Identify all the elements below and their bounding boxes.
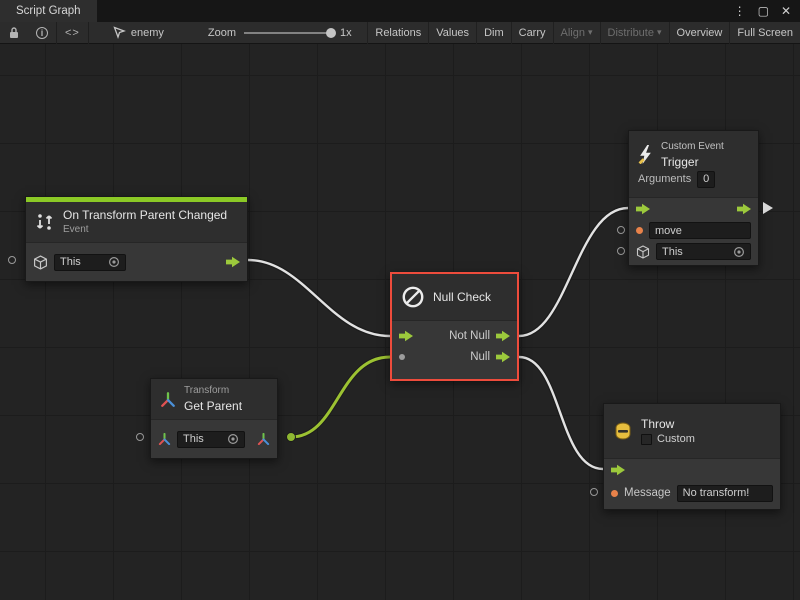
distribute-button: Distribute▾: [600, 22, 669, 44]
toolbar-buttons: Relations Values Dim Carry Align▾ Distri…: [367, 22, 800, 44]
relations-button[interactable]: Relations: [367, 22, 428, 44]
node-on-transform-parent-changed[interactable]: On Transform Parent Changed Event This: [25, 196, 248, 282]
object-picker-icon: [227, 433, 239, 445]
chevron-down-icon: ▾: [588, 27, 593, 38]
node-category: Transform: [184, 385, 242, 397]
null-check-icon: [401, 285, 425, 309]
fullscreen-button[interactable]: Full Screen: [729, 22, 800, 44]
zoom-label: Zoom: [208, 27, 236, 39]
node-category: Custom Event: [661, 141, 724, 153]
wire-notnull-to-trigger[interactable]: [519, 208, 628, 336]
custom-label: Custom: [657, 433, 695, 445]
cube-icon: [33, 255, 48, 270]
dim-button[interactable]: Dim: [476, 22, 511, 44]
window-controls: ⋮ ▢ ✕: [734, 0, 800, 22]
event-left-port[interactable]: [8, 256, 16, 264]
graph-name-label: enemy: [131, 27, 164, 39]
transform-parent-changed-icon: [35, 213, 55, 231]
graph-canvas[interactable]: On Transform Parent Changed Event This: [0, 44, 800, 600]
null-out-port[interactable]: [496, 351, 510, 363]
flow-in-port[interactable]: [636, 203, 650, 215]
node-get-parent[interactable]: Transform Get Parent This: [150, 378, 278, 459]
chevron-down-icon: ▾: [657, 27, 662, 38]
play-marker-icon: [762, 201, 774, 215]
tab-label: Script Graph: [16, 5, 81, 17]
flow-out-port[interactable]: [226, 256, 240, 268]
wire-start-dot[interactable]: [287, 433, 296, 442]
close-icon[interactable]: ✕: [781, 4, 791, 18]
arguments-label: Arguments: [638, 173, 691, 185]
zoom-value: 1x: [340, 27, 352, 39]
zoom-slider[interactable]: [244, 32, 332, 34]
values-button[interactable]: Values: [428, 22, 476, 44]
more-menu-icon[interactable]: ⋮: [734, 4, 746, 18]
cube-icon: [636, 245, 650, 259]
trigger-name-left-port[interactable]: [617, 226, 625, 234]
object-picker-icon: [733, 246, 745, 258]
tab-bar: Script Graph ⋮ ▢ ✕: [0, 0, 800, 22]
unity-visual-scripting-window: Script Graph ⋮ ▢ ✕ i <> enemy Zoom: [0, 0, 800, 600]
node-title: Null Check: [433, 290, 491, 304]
object-picker-icon: [108, 256, 120, 268]
flow-in-port[interactable]: [399, 330, 413, 342]
zoom-slider-knob[interactable]: [326, 28, 336, 38]
maximize-icon[interactable]: ▢: [758, 4, 769, 18]
null-value-in-port[interactable]: [399, 354, 405, 360]
target-dropdown[interactable]: This: [656, 243, 751, 260]
node-title: Throw: [641, 417, 695, 431]
code-icon: <>: [65, 27, 80, 39]
target-dropdown[interactable]: This: [177, 431, 245, 448]
code-view-button[interactable]: <>: [57, 22, 88, 44]
wire-event-to-nullcheck[interactable]: [248, 260, 390, 336]
not-null-label: Not Null: [449, 330, 490, 342]
lightning-icon: [638, 145, 653, 164]
zoom-control: Zoom 1x: [208, 27, 352, 39]
node-throw[interactable]: Throw Custom Message No transform!: [603, 403, 781, 510]
throw-message-left-port[interactable]: [590, 488, 598, 496]
getparent-left-port[interactable]: [136, 433, 144, 441]
trigger-target-left-port[interactable]: [617, 247, 625, 255]
graph-breadcrumb[interactable]: enemy: [103, 26, 174, 39]
node-null-check[interactable]: Null Check Not Null Null: [390, 272, 519, 381]
node-subtitle: Event: [63, 224, 227, 236]
message-port[interactable]: [611, 490, 618, 497]
graph-cursor-icon: [113, 26, 126, 39]
toolbar-separator: [88, 22, 89, 44]
transform-out-port[interactable]: [257, 433, 270, 445]
tab-script-graph[interactable]: Script Graph: [0, 0, 97, 22]
carry-button[interactable]: Carry: [511, 22, 553, 44]
overview-button[interactable]: Overview: [669, 22, 730, 44]
graph-toolbar: i <> enemy Zoom 1x Relations Values Dim …: [0, 22, 800, 44]
flow-in-port[interactable]: [611, 464, 625, 476]
transform-in-icon[interactable]: [158, 433, 171, 445]
align-button: Align▾: [553, 22, 600, 44]
wire-getparent-to-nullcheck[interactable]: [287, 357, 391, 442]
flow-out-port[interactable]: [737, 203, 751, 215]
null-label: Null: [470, 351, 490, 363]
arguments-field[interactable]: 0: [697, 171, 715, 188]
node-title: Trigger: [661, 155, 724, 169]
event-name-port[interactable]: [636, 227, 643, 234]
node-title: Get Parent: [184, 399, 242, 413]
node-title: On Transform Parent Changed: [63, 208, 227, 222]
node-trigger-custom-event[interactable]: Custom Event Trigger Arguments 0: [628, 130, 759, 266]
throw-exception-icon: [613, 422, 633, 440]
event-name-field[interactable]: move: [649, 222, 751, 239]
message-field[interactable]: No transform!: [677, 485, 773, 502]
info-icon: i: [36, 27, 48, 39]
lock-icon: [8, 26, 20, 39]
not-null-out-port[interactable]: [496, 330, 510, 342]
custom-checkbox[interactable]: [641, 434, 652, 445]
message-label: Message: [624, 487, 671, 499]
transform-icon: [160, 392, 176, 407]
lock-button[interactable]: [0, 22, 28, 44]
target-dropdown[interactable]: This: [54, 254, 126, 271]
wire-null-to-throw[interactable]: [519, 357, 603, 469]
info-button[interactable]: i: [28, 22, 56, 44]
